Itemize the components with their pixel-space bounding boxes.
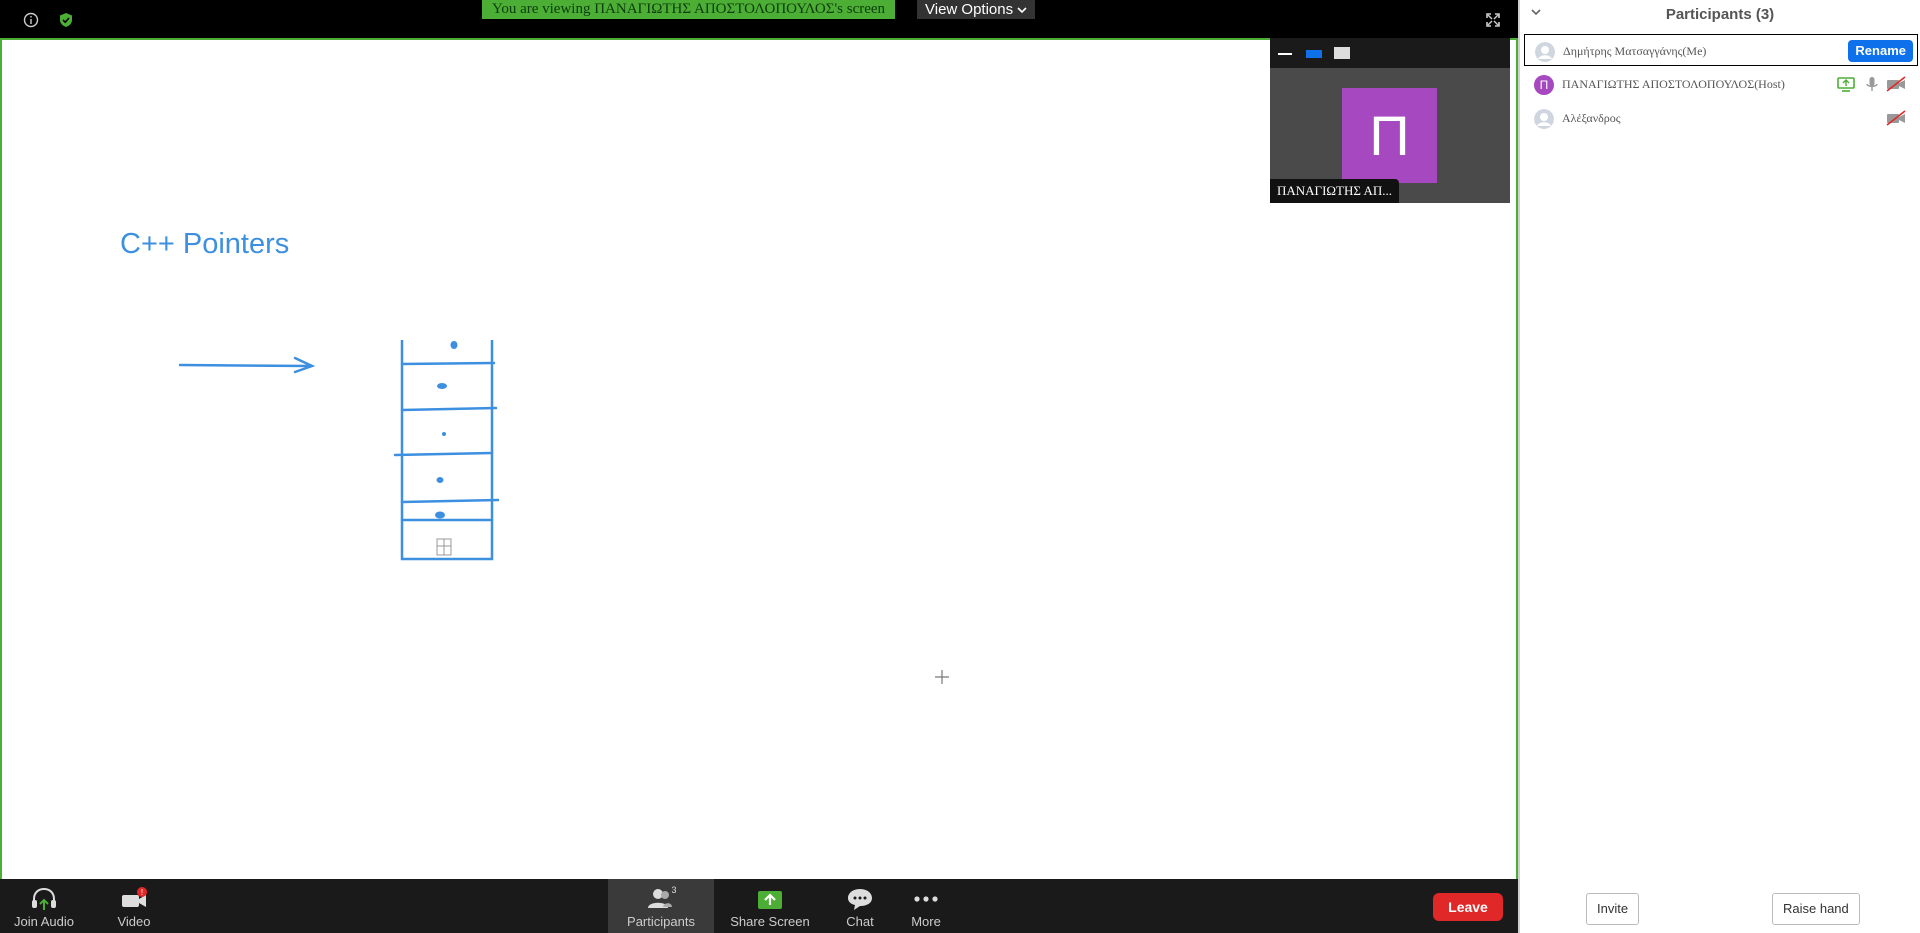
chevron-down-icon xyxy=(1017,7,1027,14)
view-options-label: View Options xyxy=(925,1,1014,18)
chat-label: Chat xyxy=(846,914,874,929)
video-off-icon xyxy=(1886,76,1906,92)
memory-diagram-drawing xyxy=(178,340,500,561)
more-button[interactable]: More xyxy=(904,879,948,933)
chat-icon xyxy=(848,889,872,910)
meeting-toolbar: Join Audio ! Video 3 Participants Share xyxy=(0,879,1518,933)
share-screen-button[interactable]: Share Screen xyxy=(728,879,812,933)
cursor-glyph xyxy=(436,538,452,556)
participant-row-host[interactable]: Π ΠΑΝΑΓΙΩΤΗΣ ΑΠΟΣΤΟΛΟΠΟΥΛΟΣ(Host) xyxy=(1524,68,1918,100)
video-tile-controls xyxy=(1270,38,1510,68)
fullscreen-icon[interactable] xyxy=(1485,12,1501,28)
more-label: More xyxy=(911,914,941,929)
panel-header: Participants (3) xyxy=(1520,0,1920,30)
participant-row-me[interactable]: Δημήτρης Ματσαγγάνης(Me) Rename xyxy=(1524,34,1918,66)
rename-button[interactable]: Rename xyxy=(1848,40,1913,62)
slide-title: C++ Pointers xyxy=(120,228,290,260)
participants-label: Participants xyxy=(627,914,695,929)
memory-cell-divider xyxy=(400,498,500,504)
crosshair-cursor-icon xyxy=(935,670,949,684)
join-audio-label: Join Audio xyxy=(14,914,74,929)
participant-name: Δημήτρης Ματσαγγάνης(Me) xyxy=(1563,44,1707,58)
video-tile-name: ΠΑΝΑΓΙΩΤΗΣ ΑΠ... xyxy=(1270,179,1400,203)
video-tile-avatar: Π xyxy=(1342,88,1437,183)
speaker-view-icon[interactable] xyxy=(1306,50,1322,58)
minimize-icon[interactable] xyxy=(1278,53,1292,55)
default-avatar-icon xyxy=(1534,109,1554,129)
memory-cell-dot xyxy=(442,432,446,436)
video-tile[interactable]: Π ΠΑΝΑΓΙΩΤΗΣ ΑΠ... xyxy=(1270,38,1510,203)
security-shield-icon[interactable] xyxy=(58,12,74,28)
video-button[interactable]: ! Video xyxy=(104,879,164,933)
memory-cell-divider xyxy=(400,406,498,412)
video-camera-icon: ! xyxy=(122,887,147,907)
participant-name: Αλέξανδρος xyxy=(1562,111,1621,125)
memory-cell-divider xyxy=(393,451,494,457)
raise-hand-button[interactable]: Raise hand xyxy=(1772,893,1860,925)
participants-panel: Participants (3) Δημήτρης Ματσαγγάνης(Me… xyxy=(1518,0,1920,933)
video-label: Video xyxy=(117,914,151,929)
share-screen-icon xyxy=(758,891,782,909)
meeting-area: You are viewing ΠΑΝΑΓΙΩΤΗΣ ΑΠΟΣΤΟΛΟΠΟΥΛΟ… xyxy=(0,0,1518,933)
share-screen-label: Share Screen xyxy=(730,914,810,929)
view-options-button[interactable]: View Options xyxy=(917,0,1036,19)
memory-cell-divider xyxy=(400,361,496,366)
info-icon[interactable] xyxy=(23,12,39,28)
participants-count: 3 xyxy=(671,886,676,895)
invite-button[interactable]: Invite xyxy=(1586,893,1640,925)
participants-icon: 3 xyxy=(648,886,677,908)
video-alert-badge: ! xyxy=(141,888,143,897)
join-audio-button[interactable]: Join Audio xyxy=(12,879,76,933)
chat-button[interactable]: Chat xyxy=(836,879,884,933)
participants-button[interactable]: 3 Participants xyxy=(608,879,714,933)
screen-sharing-icon xyxy=(1837,77,1855,92)
default-avatar-icon xyxy=(1535,42,1555,62)
memory-cell-dot xyxy=(435,511,445,519)
top-bar: You are viewing ΠΑΝΑΓΙΩΤΗΣ ΑΠΟΣΤΟΛΟΠΟΥΛΟ… xyxy=(0,0,1518,38)
participant-row[interactable]: Αλέξανδρος xyxy=(1524,102,1918,134)
headphones-icon xyxy=(32,887,56,910)
microphone-icon xyxy=(1866,77,1878,91)
video-off-icon xyxy=(1886,110,1906,126)
participant-avatar: Π xyxy=(1534,75,1554,95)
participant-name: ΠΑΝΑΓΙΩΤΗΣ ΑΠΟΣΤΟΛΟΠΟΥΛΟΣ(Host) xyxy=(1562,77,1785,91)
panel-title: Participants (3) xyxy=(1665,6,1775,23)
leave-button[interactable]: Leave xyxy=(1433,893,1503,921)
memory-cell-dot xyxy=(436,477,444,483)
more-dots-icon xyxy=(914,896,938,902)
viewing-screen-banner: You are viewing ΠΑΝΑΓΙΩΤΗΣ ΑΠΟΣΤΟΛΟΠΟΥΛΟ… xyxy=(482,0,896,19)
memory-cell-dot xyxy=(450,341,458,349)
memory-block xyxy=(400,340,494,561)
memory-cell-dot xyxy=(437,383,447,389)
gallery-view-icon[interactable] xyxy=(1334,47,1350,59)
pointer-arrow xyxy=(178,363,312,368)
